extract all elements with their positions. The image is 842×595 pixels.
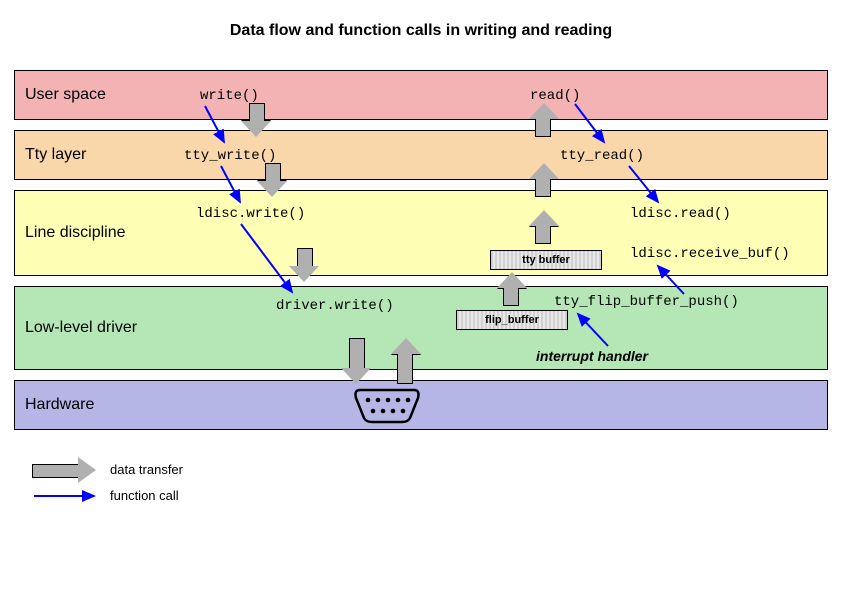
layer-label: Tty layer (25, 146, 86, 164)
data-arrow-up-icon (530, 103, 558, 137)
legend-data-transfer-label: data transfer (110, 462, 183, 477)
legend-fn-arrow-icon (32, 486, 102, 506)
fn-ldisc-read: ldisc.read() (630, 206, 731, 222)
data-arrow-up-icon (530, 210, 558, 244)
fn-arrow-icon (624, 162, 674, 208)
layer-label: Hardware (25, 396, 94, 414)
data-arrow-up-icon (498, 272, 526, 306)
data-arrow-up-icon (392, 338, 420, 384)
fn-arrow-icon (650, 260, 690, 300)
data-arrow-down-icon (342, 338, 370, 384)
fn-driver-write: driver.write() (276, 298, 394, 314)
layer-label: Low-level driver (25, 319, 137, 337)
diagram-title: Data flow and function calls in writing … (0, 22, 842, 40)
serial-connector-icon (352, 386, 422, 424)
fn-arrow-icon (236, 220, 306, 300)
fn-arrow-icon (570, 308, 620, 352)
layer-tty: Tty layer (14, 130, 828, 180)
flip-buffer-box: flip_buffer (456, 310, 568, 330)
fn-arrow-icon (570, 100, 620, 148)
layer-user-space: User space (14, 70, 828, 120)
data-arrow-down-icon (242, 103, 270, 137)
data-arrow-down-icon (258, 163, 286, 197)
data-arrow-up-icon (530, 163, 558, 197)
layer-label: User space (25, 86, 106, 104)
fn-arrow-icon (216, 162, 256, 208)
layer-label: Line discipline (25, 224, 126, 242)
fn-arrow-icon (200, 102, 240, 148)
layer-line-discipline: Line discipline (14, 190, 828, 276)
tty-buffer-box: tty buffer (490, 250, 602, 270)
legend-data-arrow-icon (32, 458, 98, 482)
legend-function-call-label: function call (110, 488, 179, 503)
